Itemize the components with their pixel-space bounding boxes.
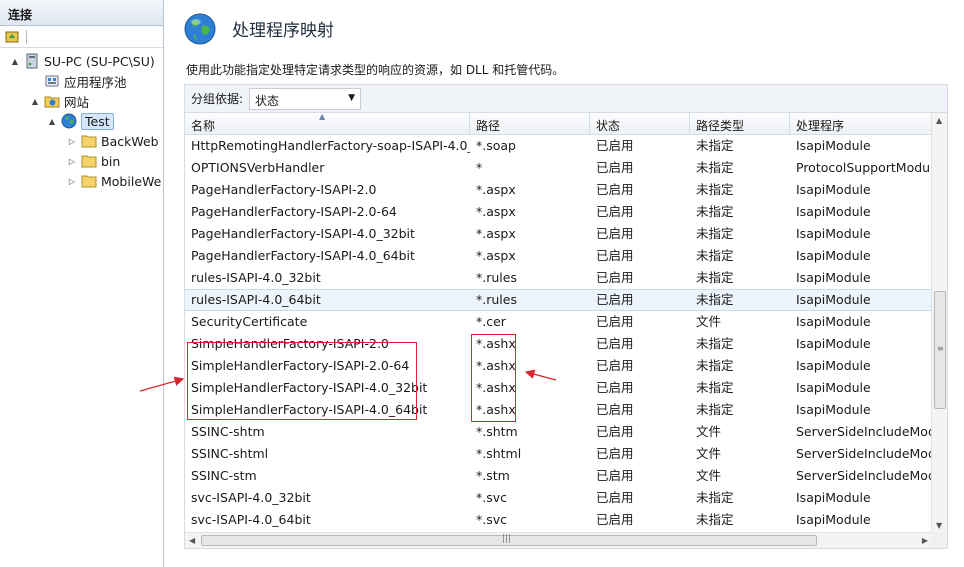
annotation-arrows <box>139 369 557 392</box>
annotation-arrow-left <box>139 376 185 392</box>
annotation-arrow-right <box>524 369 557 381</box>
